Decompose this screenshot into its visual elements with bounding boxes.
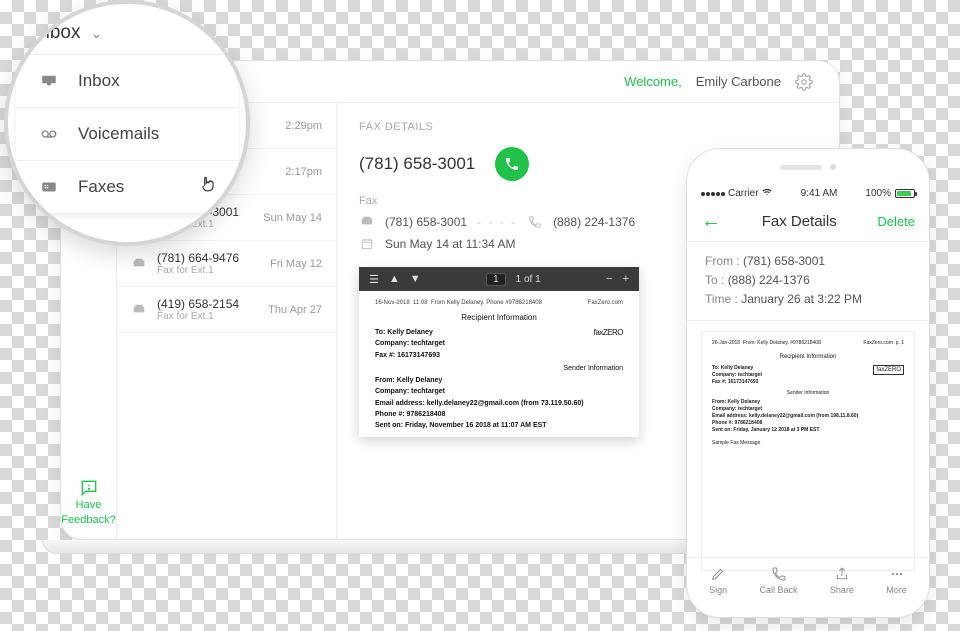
wifi-icon	[761, 187, 773, 200]
magnifier-overlay: Inbox ⌄ Inbox Voicemails Faxes	[4, 0, 250, 246]
doc-zoom-in-icon[interactable]: +	[623, 273, 629, 285]
doc-sender-title: Sender Information	[375, 364, 623, 373]
faxzero-logo: faxZERO	[873, 365, 904, 375]
tab-callback[interactable]: Call Back	[760, 566, 798, 595]
back-button[interactable]: ←	[701, 210, 721, 233]
list-time: 2:17pm	[285, 166, 322, 178]
phone-doc-preview[interactable]: 26-Jan-2018 From: Kelly Delaney. #978621…	[701, 331, 915, 571]
fax-document-preview[interactable]: ☰ ▲ ▼ 1 1 of 1 − + 16-Nov-2018	[359, 267, 639, 437]
list-number: (781) 664-9476	[157, 251, 239, 265]
doc-recipient-title: Recipient Information	[375, 313, 623, 324]
voicemail-icon	[36, 125, 62, 143]
phone-meta: From : (781) 658-3001 To : (888) 224-137…	[687, 242, 929, 321]
list-number: (419) 658-2154	[157, 297, 239, 311]
calendar-icon	[359, 237, 375, 251]
detail-datetime: Sun May 14 at 11:34 AM	[385, 237, 516, 251]
status-time: 9:41 AM	[801, 188, 838, 199]
list-item[interactable]: (419) 658-2154Fax for Ext.1 Thu Apr 27	[117, 287, 336, 333]
battery-percent: 100%	[865, 188, 891, 199]
phone-icon	[527, 215, 543, 229]
phone-title: Fax Details	[762, 213, 837, 230]
fax-icon	[359, 215, 375, 229]
feedback-label: Have Feedback?	[61, 499, 115, 525]
detail-to-number: (888) 224-1376	[553, 215, 635, 229]
phone-icon	[770, 566, 788, 582]
doc-toolbar: ☰ ▲ ▼ 1 1 of 1 − +	[359, 267, 639, 291]
fax-icon	[131, 303, 147, 317]
detail-section-title: FAX DETAILS	[359, 121, 817, 133]
doc-zoom-out-icon[interactable]: −	[606, 273, 612, 285]
share-icon	[833, 566, 851, 582]
dropdown-item-voicemails[interactable]: Voicemails	[16, 108, 238, 161]
phone-status-bar: Carrier 9:41 AM 100%	[687, 185, 929, 202]
feedback-link[interactable]: Have Feedback?	[60, 466, 120, 539]
fax-icon	[131, 257, 147, 271]
more-icon	[888, 566, 906, 582]
list-time: Fri May 12	[270, 258, 322, 270]
gear-icon[interactable]	[795, 73, 813, 91]
inbox-dropdown-menu: Inbox Voicemails Faxes	[16, 54, 238, 214]
list-time: 2:29pm	[285, 120, 322, 132]
doc-page-down-icon[interactable]: ▼	[410, 273, 421, 285]
list-sub: Fax for Ext.1	[157, 265, 239, 276]
doc-page-indicator: 1 of 1	[516, 274, 541, 285]
signal-icon	[701, 188, 726, 199]
detail-from-number: (781) 658-3001	[385, 215, 467, 229]
arrow-icon: - - - -	[477, 215, 517, 229]
dropdown-item-label: Faxes	[78, 177, 124, 197]
doc-page-up-icon[interactable]: ▲	[389, 273, 400, 285]
inbox-icon	[36, 72, 62, 90]
dropdown-item-inbox[interactable]: Inbox	[16, 55, 238, 108]
battery-icon	[895, 189, 915, 198]
fax-icon	[36, 178, 62, 196]
list-time: Thu Apr 27	[268, 304, 322, 316]
pencil-icon	[709, 566, 727, 582]
detail-primary-number: (781) 658-3001	[359, 154, 475, 174]
tab-share[interactable]: Share	[830, 566, 854, 595]
phone-tab-bar: Sign Call Back Share More	[687, 557, 929, 603]
feedback-icon	[79, 478, 99, 494]
phone-header: ← Fax Details Delete	[687, 202, 929, 242]
tab-sign[interactable]: Sign	[709, 566, 727, 595]
list-sub: Fax for Ext.1	[157, 311, 239, 322]
delete-button[interactable]: Delete	[877, 214, 915, 229]
dropdown-item-label: Inbox	[78, 71, 120, 91]
user-name: Emily Carbone	[696, 74, 781, 89]
welcome-text: Welcome,	[624, 74, 682, 89]
chevron-down-icon: ⌄	[90, 25, 102, 42]
doc-sidebar-icon[interactable]: ☰	[369, 273, 379, 286]
cursor-pointer-icon	[198, 175, 218, 195]
dropdown-item-faxes[interactable]: Faxes	[16, 161, 238, 214]
list-item[interactable]: (781) 664-9476Fax for Ext.1 Fri May 12	[117, 241, 336, 287]
list-time: Sun May 14	[263, 212, 322, 224]
mobile-app: Carrier 9:41 AM 100% ← Fax Details Delet…	[686, 148, 930, 618]
tab-more[interactable]: More	[886, 566, 907, 595]
phone-hardware-top	[687, 149, 929, 185]
doc-body: 16-Nov-2018 11:08 From Kelly Delaney. Ph…	[359, 291, 639, 437]
call-button[interactable]	[495, 147, 529, 181]
faxzero-logo: faxZERO	[594, 328, 623, 339]
carrier-label: Carrier	[728, 188, 759, 199]
dropdown-item-label: Voicemails	[78, 124, 159, 144]
